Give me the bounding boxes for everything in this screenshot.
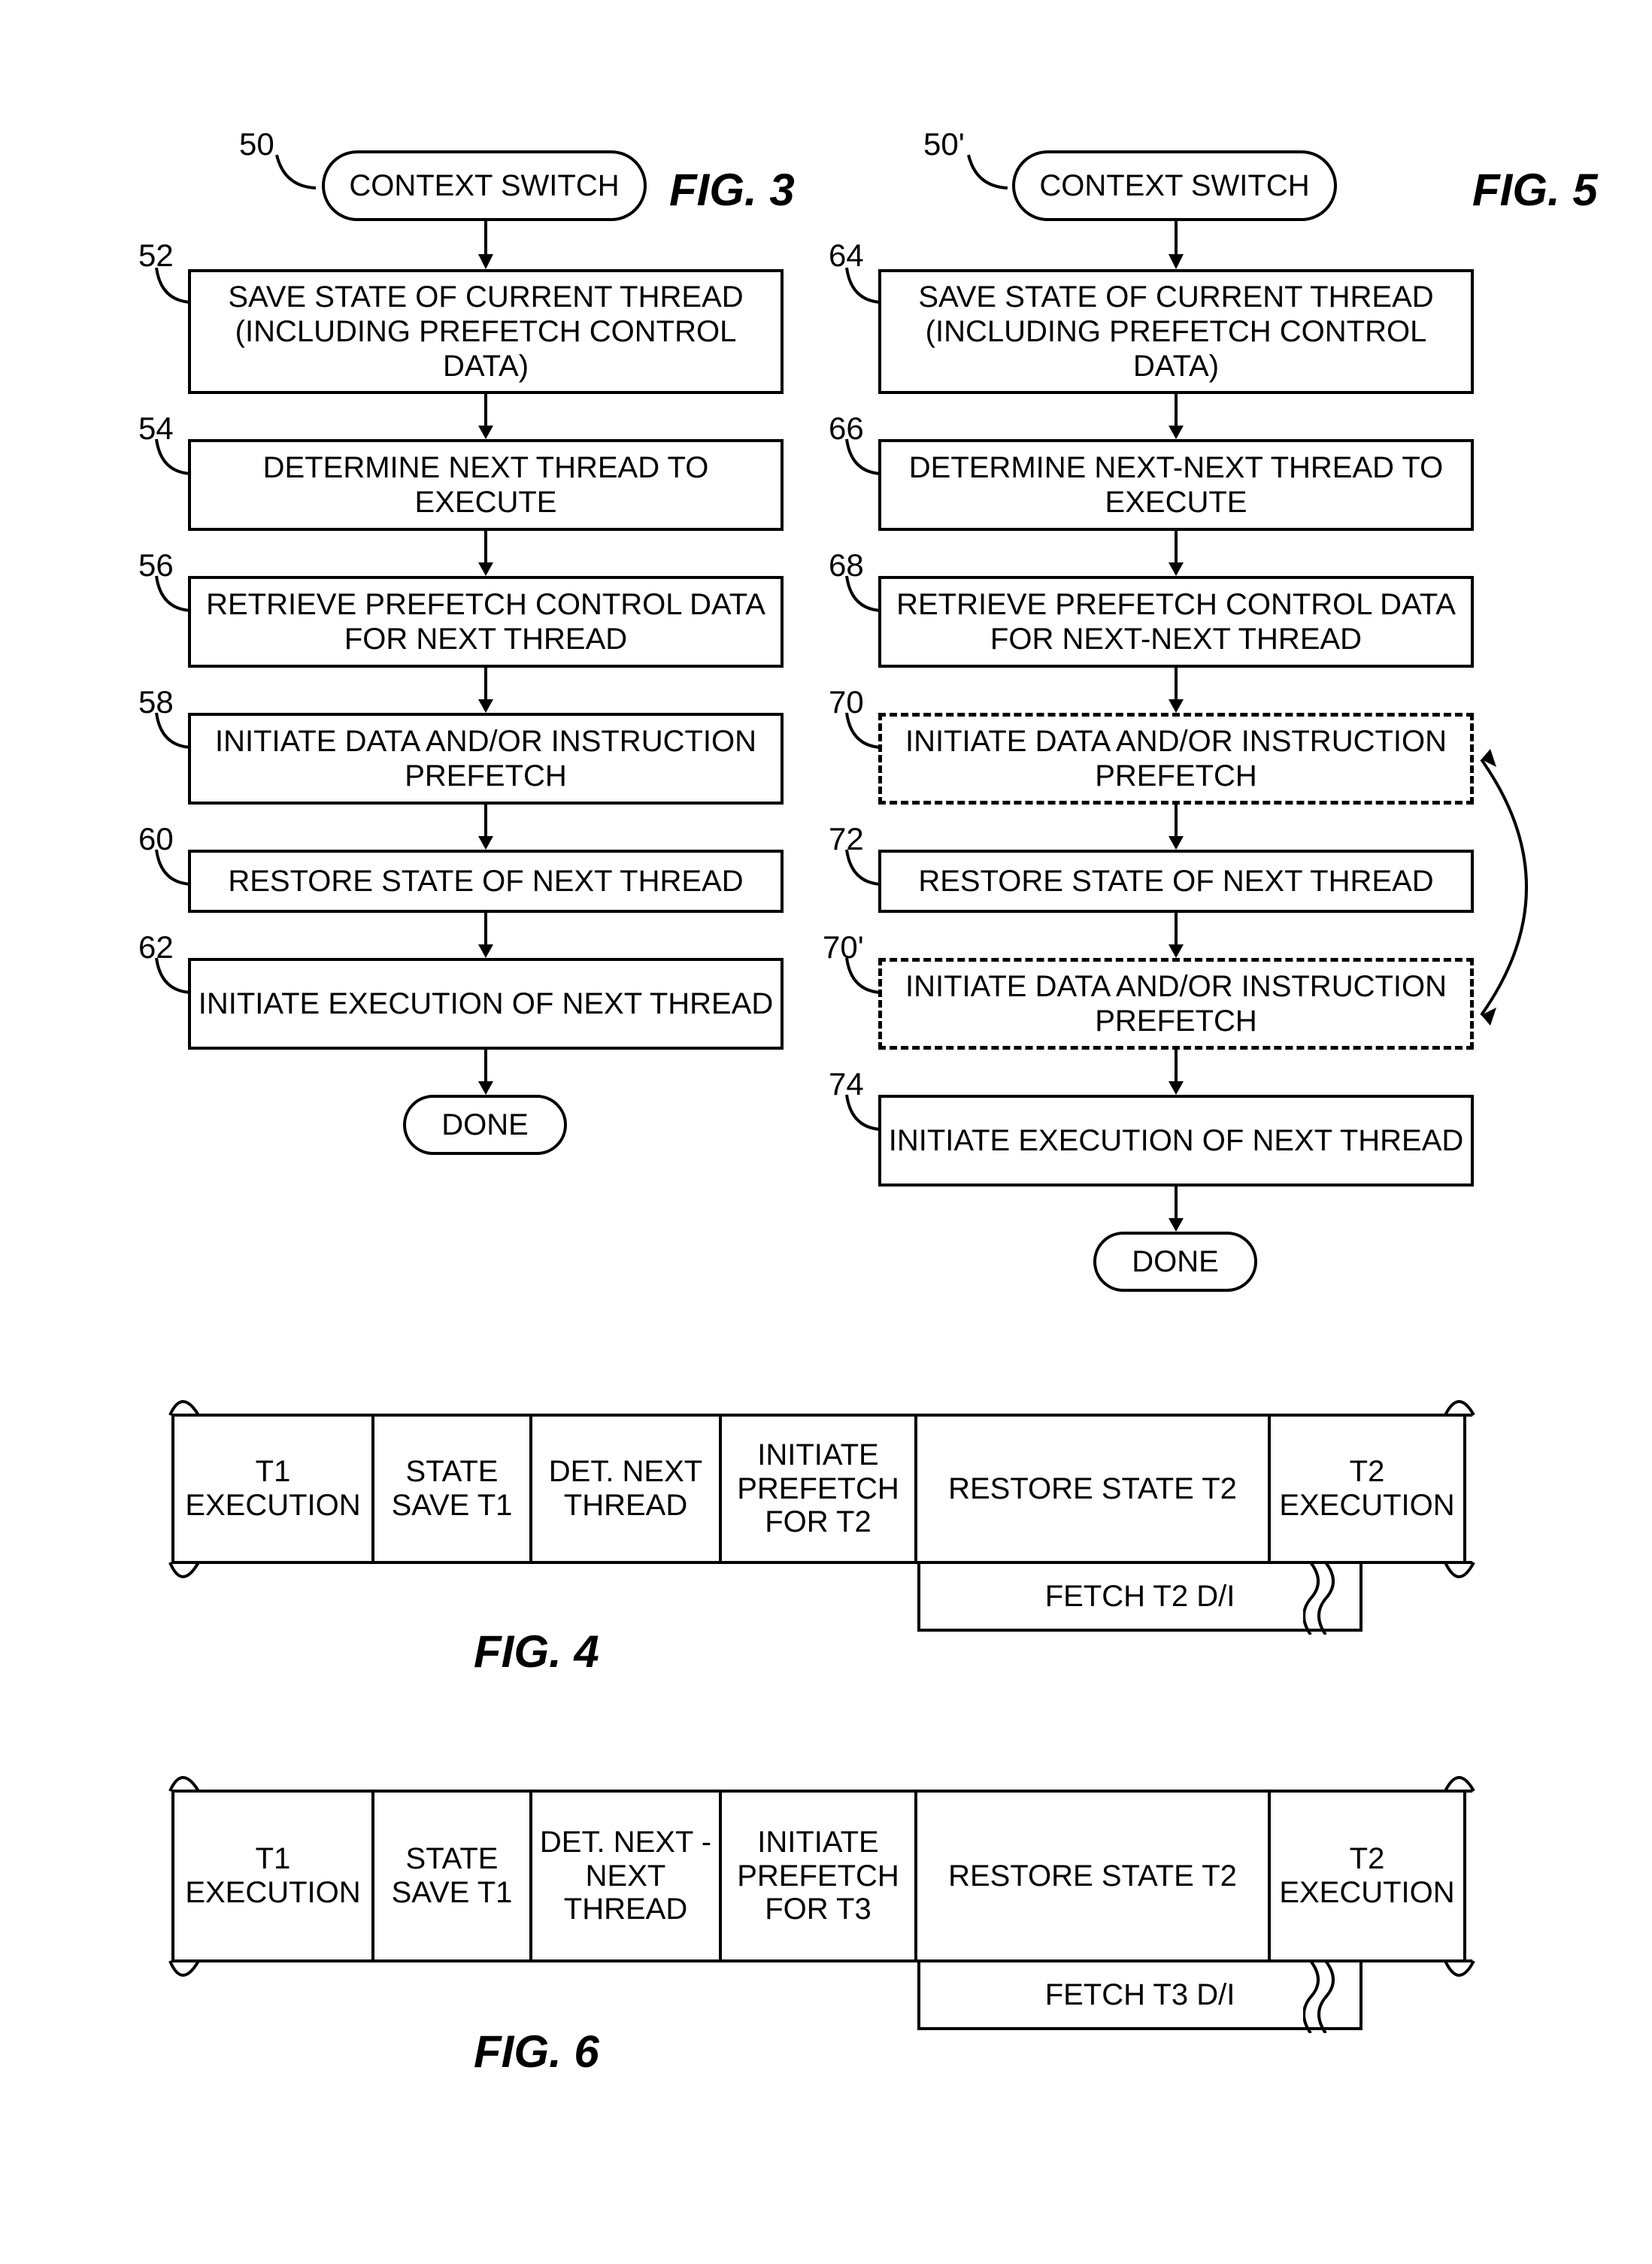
fig3-start-text: CONTEXT SWITCH [349,169,619,203]
wavy-break-icon [1303,1564,1341,1638]
fig6-cell-4: RESTORE STATE T2 [917,1793,1271,1959]
fig5-start-text: CONTEXT SWITCH [1039,169,1309,203]
fig6-timeline: T1 EXECUTION STATE SAVE T1 DET. NEXT -NE… [171,1790,1472,1962]
wavy-break-icon [1303,1962,1341,2037]
arrow-down-icon [1169,1187,1184,1233]
fig6-cell-2: DET. NEXT -NEXT THREAD [532,1793,722,1959]
fig6-cell-0: T1 EXECUTION [171,1793,374,1959]
fig3-box-60: RESTORE STATE OF NEXT THREAD [188,850,784,913]
fig5-box-68: RETRIEVE PREFETCH CONTROL DATA FOR NEXT-… [878,576,1474,668]
torn-edge-icon [168,1384,1477,1417]
leader-icon [150,708,196,753]
fig5-box-66-text: DETERMINE NEXT-NEXT THREAD TO EXECUTE [881,446,1471,524]
arrow-down-icon [478,221,493,271]
fig4-cell-3: INITIATE PREFETCH FOR T2 [722,1417,917,1561]
arrow-down-icon [1169,394,1184,441]
arrow-down-icon [1169,913,1184,959]
fig3-box-54: DETERMINE NEXT THREAD TO EXECUTE [188,439,784,531]
fig3-box-58: INITIATE DATA AND/OR INSTRUCTION PREFETC… [188,713,784,805]
fig5-box-72-text: RESTORE STATE OF NEXT THREAD [912,859,1439,903]
fig6-cell-5: T2 EXECUTION [1271,1793,1466,1959]
leader-icon [150,953,196,999]
fig6-fetch: FETCH T3 D/I [917,1962,1363,2030]
fig4-cell-5: T2 EXECUTION [1271,1417,1466,1561]
fig5-start: CONTEXT SWITCH [1012,150,1337,221]
fig3-ref-50: 50 [239,126,274,162]
fig3-box-56-text: RETRIEVE PREFETCH CONTROL DATA FOR NEXT … [191,583,781,661]
fig5-box-70-text: INITIATE DATA AND/OR INSTRUCTION PREFETC… [882,720,1470,798]
arrow-down-icon [478,394,493,441]
fig3-box-54-text: DETERMINE NEXT THREAD TO EXECUTE [191,446,781,524]
fig5-box-70: INITIATE DATA AND/OR INSTRUCTION PREFETC… [878,713,1474,805]
fig4-cell-0: T1 EXECUTION [171,1417,374,1561]
fig5-box-70p: INITIATE DATA AND/OR INSTRUCTION PREFETC… [878,958,1474,1050]
fig5-box-70p-text: INITIATE DATA AND/OR INSTRUCTION PREFETC… [882,965,1470,1043]
fig3-done: DONE [403,1095,567,1155]
arrow-down-icon [1169,805,1184,851]
fig5-done-text: DONE [1132,1245,1219,1279]
fig5-ref-50p: 50' [923,126,965,162]
fig3-box-52-text: SAVE STATE OF CURRENT THREAD (INCLUDING … [191,275,781,388]
fig5-box-64: SAVE STATE OF CURRENT THREAD (INCLUDING … [878,269,1474,394]
fig5-box-64-text: SAVE STATE OF CURRENT THREAD (INCLUDING … [881,275,1471,388]
fig4-fetch: FETCH T2 D/I [917,1564,1363,1632]
leader-icon [841,708,886,753]
arrow-down-icon [478,531,493,577]
fig3-box-58-text: INITIATE DATA AND/OR INSTRUCTION PREFETC… [191,720,781,798]
figure-3-label: FIG. 3 [669,164,795,216]
fig5-box-68-text: RETRIEVE PREFETCH CONTROL DATA FOR NEXT-… [881,583,1471,661]
leader-icon [150,435,196,480]
fig6-cell-3: INITIATE PREFETCH FOR T3 [722,1793,917,1959]
arrow-down-icon [1169,1050,1184,1096]
fig5-box-72: RESTORE STATE OF NEXT THREAD [878,850,1474,913]
arrow-down-icon [1169,668,1184,714]
leader-icon [841,1090,886,1135]
leader-icon [841,435,886,480]
leader-icon [841,263,886,308]
fig3-start: CONTEXT SWITCH [322,150,647,221]
fig3-done-text: DONE [441,1108,529,1142]
arrow-down-icon [1169,221,1184,271]
fig3-box-62-text: INITIATE EXECUTION OF NEXT THREAD [192,982,780,1026]
figure-5-label: FIG. 5 [1472,164,1598,216]
fig5-box-74-text: INITIATE EXECUTION OF NEXT THREAD [883,1119,1470,1162]
leader-icon [271,150,316,195]
fig4-cell-4: RESTORE STATE T2 [917,1417,1271,1561]
fig3-box-56: RETRIEVE PREFETCH CONTROL DATA FOR NEXT … [188,576,784,668]
leader-icon [150,263,196,308]
fig3-box-62: INITIATE EXECUTION OF NEXT THREAD [188,958,784,1050]
fig5-box-74: INITIATE EXECUTION OF NEXT THREAD [878,1095,1474,1187]
torn-edge-icon [168,1759,1477,1793]
leader-icon [841,845,886,890]
fig6-cell-1: STATE SAVE T1 [374,1793,532,1959]
arrow-down-icon [478,1050,493,1096]
fig3-box-60-text: RESTORE STATE OF NEXT THREAD [222,859,749,903]
figure-4-label: FIG. 4 [474,1626,599,1678]
fig5-done: DONE [1093,1232,1257,1292]
arrow-down-icon [478,805,493,851]
page: FIG. 3 CONTEXT SWITCH 50 SAVE STATE OF C… [0,0,1652,2264]
arrow-down-icon [478,913,493,959]
fig4-cell-1: STATE SAVE T1 [374,1417,532,1561]
fig6-fetch-text: FETCH T3 D/I [1045,1978,1235,2012]
arrow-down-icon [1169,531,1184,577]
leader-icon [962,150,1008,195]
fig3-box-52: SAVE STATE OF CURRENT THREAD (INCLUDING … [188,269,784,394]
figure-6-label: FIG. 6 [474,2026,599,2078]
leader-icon [841,571,886,617]
fig4-timeline: T1 EXECUTION STATE SAVE T1 DET. NEXT THR… [171,1414,1472,1564]
fig5-box-66: DETERMINE NEXT-NEXT THREAD TO EXECUTE [878,439,1474,531]
leader-icon [841,953,886,999]
fig4-fetch-text: FETCH T2 D/I [1045,1580,1235,1614]
arrow-down-icon [478,668,493,714]
alt-placement-connector [1474,744,1594,1030]
leader-icon [150,845,196,890]
leader-icon [150,571,196,617]
fig4-cell-2: DET. NEXT THREAD [532,1417,722,1561]
